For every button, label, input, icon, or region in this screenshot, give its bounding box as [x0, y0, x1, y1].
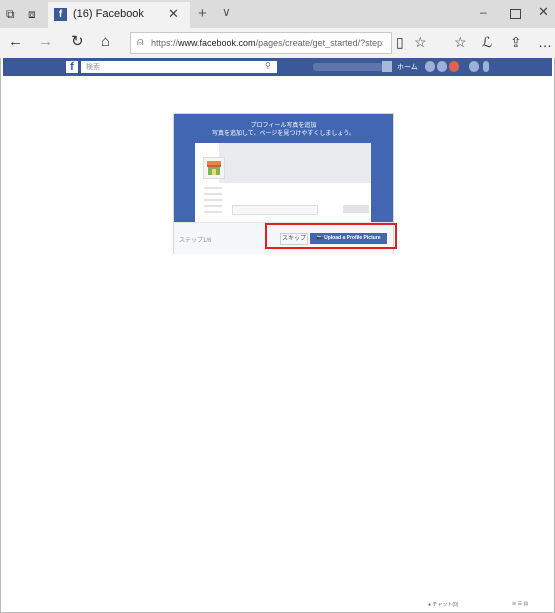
minimize-button[interactable]: –	[480, 5, 487, 19]
tab-facebook[interactable]: f (16) Facebook ✕	[48, 2, 190, 28]
url-text[interactable]: https://www.facebook.com/pages/create/ge…	[151, 38, 383, 48]
forward-button[interactable]: →	[38, 34, 53, 50]
blurred-username[interactable]	[313, 63, 383, 71]
search-icon[interactable]: ⚲	[265, 61, 271, 70]
friend-requests-icon[interactable]	[425, 61, 435, 72]
preview-profile-picture	[203, 157, 225, 179]
help-icon[interactable]	[469, 61, 479, 72]
home-link[interactable]: ホーム	[397, 62, 418, 72]
avatar[interactable]	[382, 61, 392, 72]
facebook-logo-icon[interactable]: f	[66, 61, 78, 73]
favorite-star-icon[interactable]: ☆	[414, 35, 427, 49]
maximize-button[interactable]	[510, 9, 521, 19]
address-bar[interactable]: ⍝ https://www.facebook.com/pages/create/…	[130, 32, 392, 54]
highlight-box	[265, 223, 397, 249]
account-menu-chevron-icon[interactable]	[483, 61, 489, 72]
tab-list-chevron-icon[interactable]: ∨	[222, 5, 231, 19]
dialog-header: プロフィール写真を追加 写真を追加して、ページを見つけやすくしましょう。	[174, 114, 393, 223]
favorites-hub-icon[interactable]: ☆	[454, 35, 467, 49]
set-aside-tabs-icon[interactable]: ⧈	[28, 7, 36, 21]
more-icon[interactable]: …	[538, 35, 552, 49]
tab-preview-icon[interactable]: ⧉	[6, 7, 15, 21]
preview-cover	[219, 143, 371, 183]
search-placeholder: 検索	[86, 64, 100, 71]
back-button[interactable]: ←	[8, 34, 23, 50]
tab-bar: ⧉ ⧈ f (16) Facebook ✕ + ∨ – ✕	[0, 0, 555, 28]
web-note-pen-icon[interactable]: ℒ	[482, 35, 492, 49]
messages-icon[interactable]	[437, 61, 447, 72]
facebook-search-input[interactable]: 検索 ⚲	[81, 61, 277, 73]
storefront-icon	[207, 161, 221, 175]
lock-icon[interactable]: ⍝	[137, 36, 144, 49]
chat-status[interactable]: ● チャット(0)	[428, 601, 458, 608]
page-preview	[195, 143, 371, 223]
facebook-header: f 検索 ⚲ ホーム	[3, 58, 552, 76]
window-close-button[interactable]: ✕	[538, 4, 549, 20]
browser-window	[0, 0, 555, 613]
new-tab-button[interactable]: +	[198, 5, 207, 22]
navigation-bar: ← → ↻ ⌂ ⍝ https://www.facebook.com/pages…	[0, 28, 555, 58]
step-indicator: ステップ1/6	[179, 238, 212, 244]
dialog-subtitle: 写真を追加して、ページを見つけやすくしましょう。	[211, 131, 356, 137]
chat-options-icons[interactable]: ⊕ ☰ ▤	[512, 601, 528, 607]
preview-button	[343, 205, 369, 213]
tab-close-icon[interactable]: ✕	[168, 6, 179, 22]
share-icon[interactable]: ⇪	[510, 35, 522, 49]
home-button[interactable]: ⌂	[101, 34, 110, 50]
facebook-favicon-icon: f	[54, 8, 67, 21]
notifications-icon[interactable]	[449, 61, 459, 72]
tab-title: (16) Facebook	[73, 8, 144, 20]
preview-action-buttons	[232, 205, 318, 215]
reading-view-icon[interactable]: ▯	[396, 35, 404, 49]
refresh-button[interactable]: ↻	[71, 34, 84, 50]
